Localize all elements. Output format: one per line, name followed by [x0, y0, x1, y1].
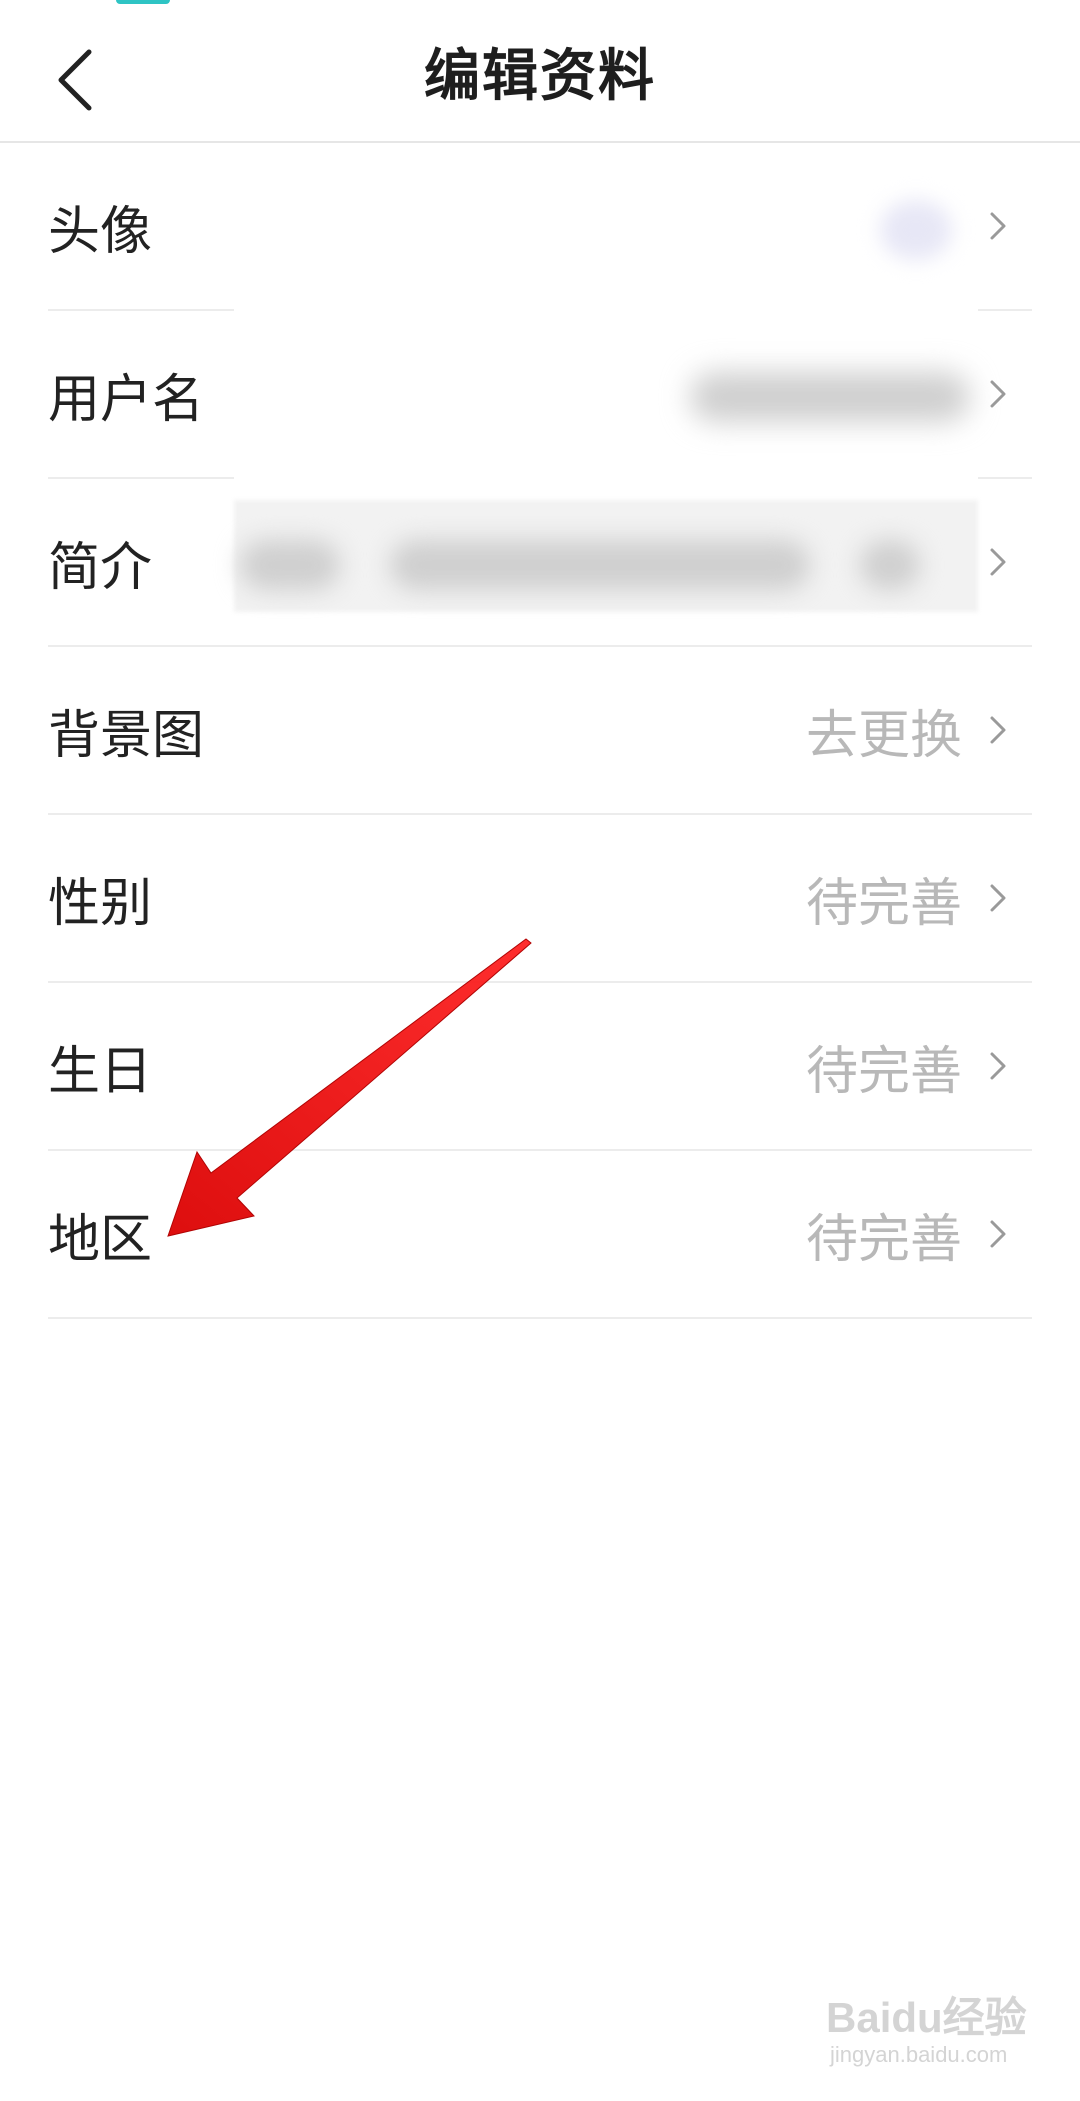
blurred-bio-text — [390, 540, 810, 590]
row-label: 用户名 — [48, 369, 205, 430]
chevron-right-icon — [990, 1220, 1006, 1248]
blurred-avatar — [880, 200, 952, 260]
watermark-sub: jingyan.baidu.com — [830, 2042, 1008, 2067]
row-label: 头像 — [48, 201, 153, 262]
chevron-right-icon — [990, 884, 1006, 912]
chevron-right-icon — [990, 716, 1006, 744]
row-value: 去更换 — [805, 705, 962, 766]
chevron-right-icon — [990, 1052, 1006, 1080]
app-header: 编辑资料 — [0, 0, 1080, 143]
row-label: 简介 — [48, 537, 153, 598]
blurred-bio-text — [860, 540, 920, 590]
chevron-right-icon — [990, 380, 1006, 408]
row-label: 背景图 — [48, 705, 205, 766]
row-value: 待完善 — [805, 1209, 962, 1270]
row-label: 地区 — [48, 1209, 153, 1270]
chevron-right-icon — [990, 212, 1006, 240]
blurred-bio-text — [240, 540, 340, 590]
annotation-arrow — [167, 938, 532, 1237]
chevron-right-icon — [990, 548, 1006, 576]
row-value: 待完善 — [805, 873, 962, 934]
baidu-jingyan-watermark: Baidu经验 jingyan.baidu.com — [826, 1984, 1046, 2074]
page-title: 编辑资料 — [424, 44, 656, 109]
row-label: 生日 — [48, 1041, 153, 1102]
row-value: 待完善 — [805, 1041, 962, 1102]
row-background[interactable]: 背景图 去更换 — [48, 647, 1032, 815]
row-label: 性别 — [48, 873, 153, 934]
watermark-main: Baidu经验 — [826, 1994, 1027, 2041]
blurred-username — [690, 372, 970, 422]
